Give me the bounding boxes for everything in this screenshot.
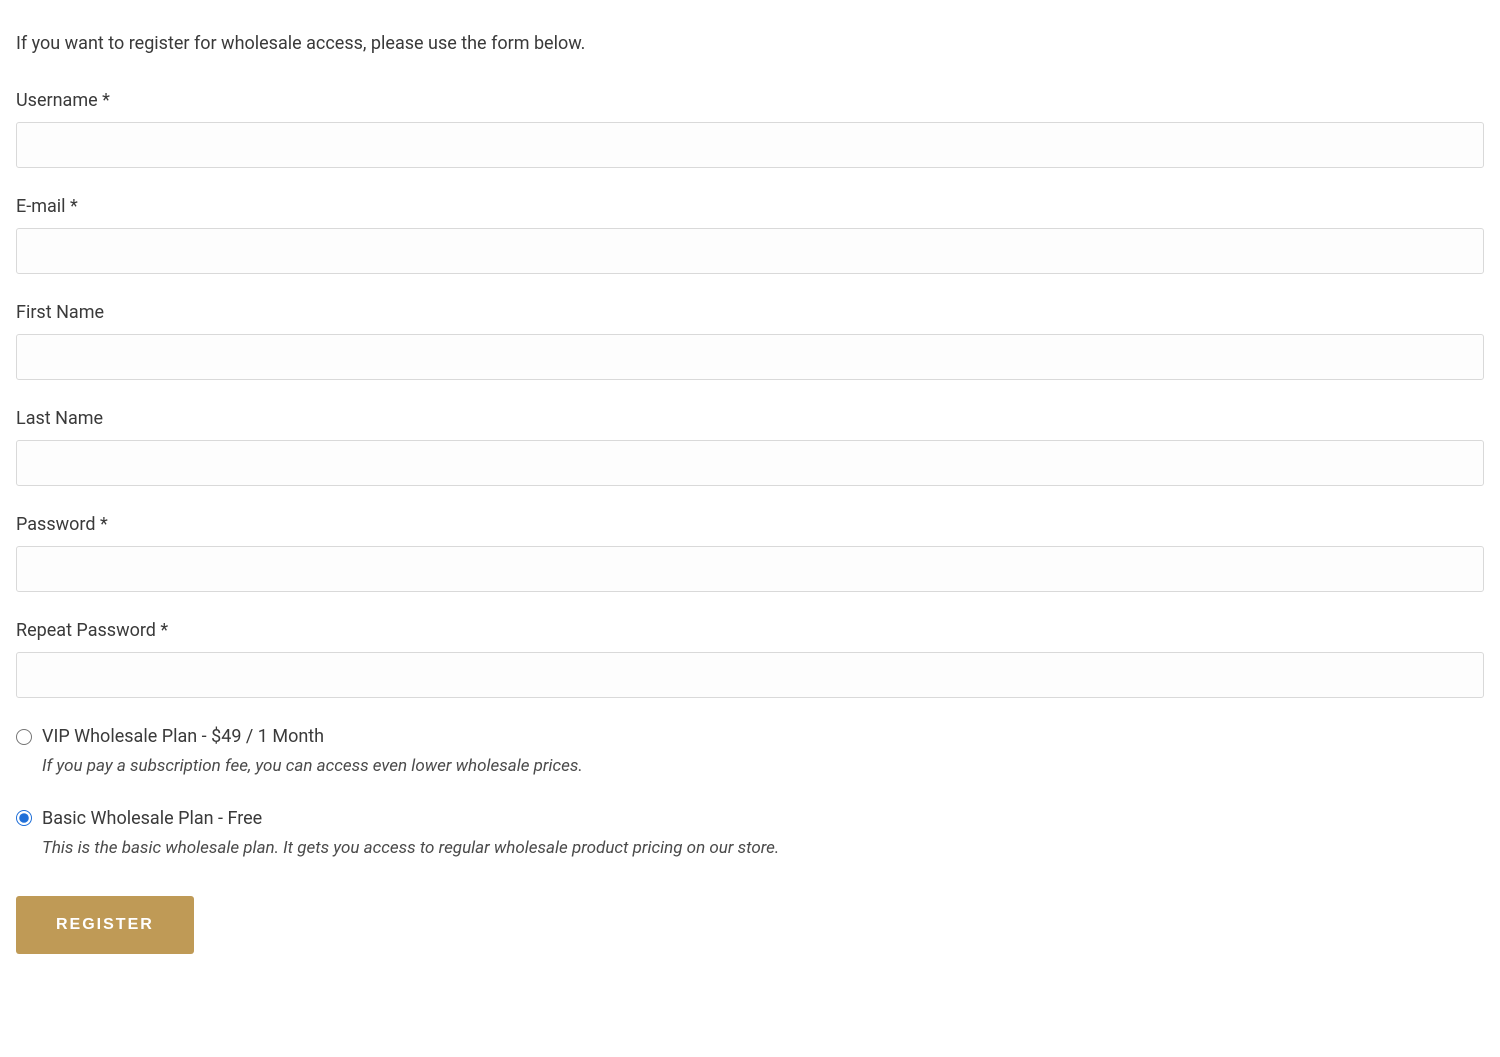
vip-plan-description: If you pay a subscription fee, you can a… <box>42 754 1484 780</box>
repeat-password-label: Repeat Password * <box>16 617 1484 644</box>
register-button[interactable]: REGISTER <box>16 896 194 954</box>
last-name-label: Last Name <box>16 405 1484 432</box>
vip-plan-label[interactable]: VIP Wholesale Plan - $49 / 1 Month <box>42 723 324 750</box>
username-label: Username * <box>16 87 1484 114</box>
basic-plan-description: This is the basic wholesale plan. It get… <box>42 836 1484 862</box>
field-password: Password * <box>16 511 1484 592</box>
basic-plan-radio[interactable] <box>16 810 32 826</box>
basic-plan-label[interactable]: Basic Wholesale Plan - Free <box>42 805 262 832</box>
first-name-label: First Name <box>16 299 1484 326</box>
last-name-input[interactable] <box>16 440 1484 486</box>
first-name-input[interactable] <box>16 334 1484 380</box>
field-email: E-mail * <box>16 193 1484 274</box>
email-label: E-mail * <box>16 193 1484 220</box>
password-label: Password * <box>16 511 1484 538</box>
field-last-name: Last Name <box>16 405 1484 486</box>
field-username: Username * <box>16 87 1484 168</box>
email-input[interactable] <box>16 228 1484 274</box>
form-intro-text: If you want to register for wholesale ac… <box>16 30 1484 57</box>
wholesale-register-form: If you want to register for wholesale ac… <box>16 30 1484 954</box>
vip-plan-radio[interactable] <box>16 729 32 745</box>
username-input[interactable] <box>16 122 1484 168</box>
repeat-password-input[interactable] <box>16 652 1484 698</box>
plan-option-basic: Basic Wholesale Plan - Free This is the … <box>16 805 1484 862</box>
plan-option-vip: VIP Wholesale Plan - $49 / 1 Month If yo… <box>16 723 1484 780</box>
password-input[interactable] <box>16 546 1484 592</box>
field-repeat-password: Repeat Password * <box>16 617 1484 698</box>
submit-row: REGISTER <box>16 896 1484 954</box>
field-first-name: First Name <box>16 299 1484 380</box>
